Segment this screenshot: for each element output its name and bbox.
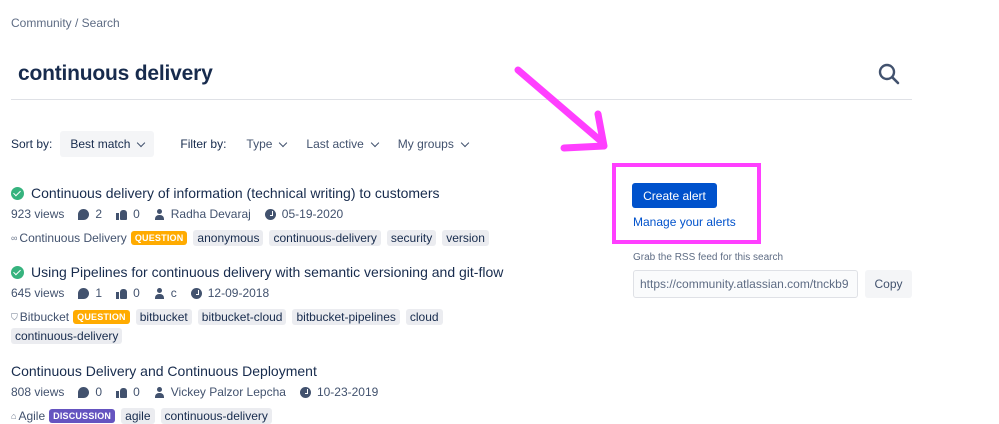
- tag[interactable]: continuous-delivery: [160, 408, 272, 424]
- tag[interactable]: continuous-delivery: [11, 328, 123, 344]
- comment-icon: [78, 287, 90, 299]
- clock-icon: [190, 287, 202, 299]
- resolved-check-icon: [11, 265, 24, 279]
- search-bar[interactable]: continuous delivery: [11, 56, 912, 100]
- resolved-check-icon: [11, 186, 24, 200]
- type-lozenge: QUESTION: [73, 310, 130, 324]
- result-title-link[interactable]: Continuous delivery of information (tech…: [31, 185, 440, 201]
- tag[interactable]: bitbucket-pipelines: [292, 309, 400, 325]
- comment-icon: [78, 386, 90, 398]
- tag[interactable]: security: [386, 230, 437, 246]
- view-count: 923 views: [11, 207, 65, 221]
- rss-url-field[interactable]: https://community.atlassian.com/tnckb9: [633, 270, 858, 298]
- tag[interactable]: bitbucket: [135, 309, 192, 325]
- copy-button[interactable]: Copy: [865, 270, 912, 298]
- tag[interactable]: agile: [121, 408, 155, 424]
- type-lozenge: QUESTION: [130, 231, 188, 245]
- like-count: 0: [133, 286, 140, 300]
- search-result: Using Pipelines for continuous delivery …: [11, 263, 511, 344]
- tag[interactable]: anonymous: [193, 230, 264, 246]
- user-icon: [154, 208, 165, 220]
- space-link[interactable]: ⛉ Bitbucket: [11, 310, 69, 324]
- filter-type[interactable]: Type: [246, 137, 288, 151]
- chevron-down-icon: [279, 138, 288, 147]
- sort-value: Best match: [70, 137, 131, 151]
- chevron-down-icon: [370, 138, 380, 147]
- search-result: Continuous Delivery and Continuous Deplo…: [11, 362, 511, 424]
- search-icon[interactable]: [877, 62, 901, 86]
- result-title-link[interactable]: Using Pipelines for continuous delivery …: [31, 264, 503, 280]
- search-input[interactable]: continuous delivery: [18, 62, 213, 86]
- breadcrumb[interactable]: Community / Search: [11, 16, 120, 30]
- post-date: 05-19-2020: [281, 207, 344, 221]
- author-link[interactable]: Radha Devaraj: [171, 207, 251, 221]
- filter-my-groups[interactable]: My groups: [398, 137, 470, 151]
- space-link[interactable]: ∞ Continuous Delivery: [11, 231, 127, 245]
- post-date: 12-09-2018: [207, 286, 270, 300]
- comment-icon: [78, 208, 90, 220]
- like-icon: [116, 387, 128, 398]
- like-count: 0: [133, 385, 140, 399]
- user-icon: [154, 386, 165, 398]
- result-title-link[interactable]: Continuous Delivery and Continuous Deplo…: [11, 363, 317, 379]
- sort-select[interactable]: Best match: [60, 131, 155, 157]
- type-lozenge: DISCUSSION: [49, 409, 116, 423]
- space-icon: ∞: [11, 233, 18, 243]
- tag[interactable]: cloud: [405, 309, 443, 325]
- annotation-arrow: [514, 66, 608, 152]
- create-alert-button[interactable]: Create alert: [632, 183, 717, 208]
- view-count: 808 views: [11, 385, 65, 399]
- clock-icon: [264, 208, 276, 220]
- chevron-down-icon: [460, 138, 470, 147]
- comment-count: 2: [95, 207, 103, 221]
- like-count: 0: [133, 207, 140, 221]
- filter-label: Filter by:: [180, 137, 227, 151]
- comment-count: 1: [95, 286, 103, 300]
- author-link[interactable]: Vickey Palzor Lepcha: [171, 385, 286, 399]
- bitbucket-icon: ⛉: [11, 311, 18, 322]
- post-date: 10-23-2019: [316, 385, 379, 399]
- tag[interactable]: bitbucket-cloud: [197, 309, 287, 325]
- like-icon: [116, 288, 128, 299]
- agile-icon: ⌂: [11, 411, 17, 421]
- filter-last-active[interactable]: Last active: [306, 137, 380, 151]
- manage-alerts-link[interactable]: Manage your alerts: [633, 215, 736, 229]
- tag[interactable]: version: [442, 230, 489, 246]
- user-icon: [154, 287, 165, 299]
- sort-filter-bar: Sort by: Best match Filter by: Type Last…: [11, 131, 488, 157]
- comment-count: 0: [95, 385, 103, 399]
- rss-label: Grab the RSS feed for this search: [633, 252, 784, 263]
- space-link[interactable]: ⌂ Agile: [11, 409, 45, 423]
- author-link[interactable]: c: [171, 286, 177, 300]
- like-icon: [116, 209, 128, 220]
- chevron-down-icon: [137, 138, 146, 147]
- tag[interactable]: continuous-delivery: [269, 230, 381, 246]
- sort-label: Sort by:: [11, 137, 53, 151]
- search-result: Continuous delivery of information (tech…: [11, 184, 511, 246]
- clock-icon: [299, 386, 311, 398]
- view-count: 645 views: [11, 286, 65, 300]
